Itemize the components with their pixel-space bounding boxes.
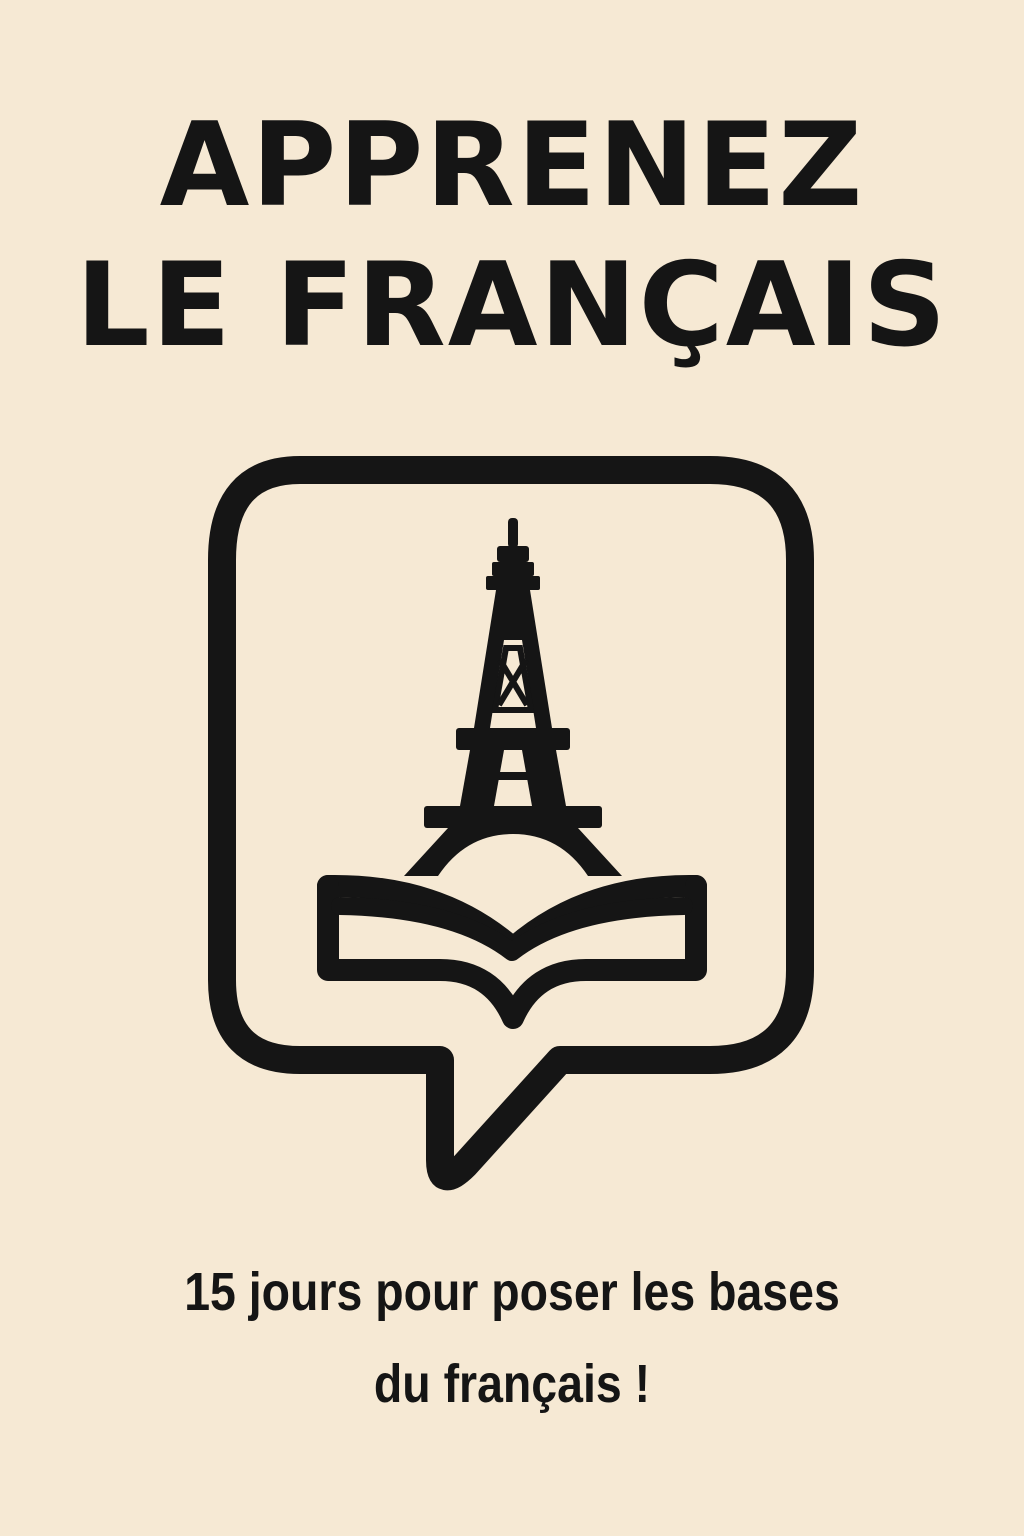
poster: APPRENEZ LE FRANÇAIS 15 jours pour poser… xyxy=(0,0,1024,1536)
subtitle-line-1: 15 jours pour poser les bases xyxy=(184,1262,840,1322)
title-line-2: LE FRANÇAIS xyxy=(75,238,949,373)
subtitle-line-2: du français ! xyxy=(373,1354,651,1414)
eiffel-tower-icon xyxy=(404,518,622,876)
title-line-1: APPRENEZ xyxy=(159,98,865,233)
logo xyxy=(208,456,814,1191)
